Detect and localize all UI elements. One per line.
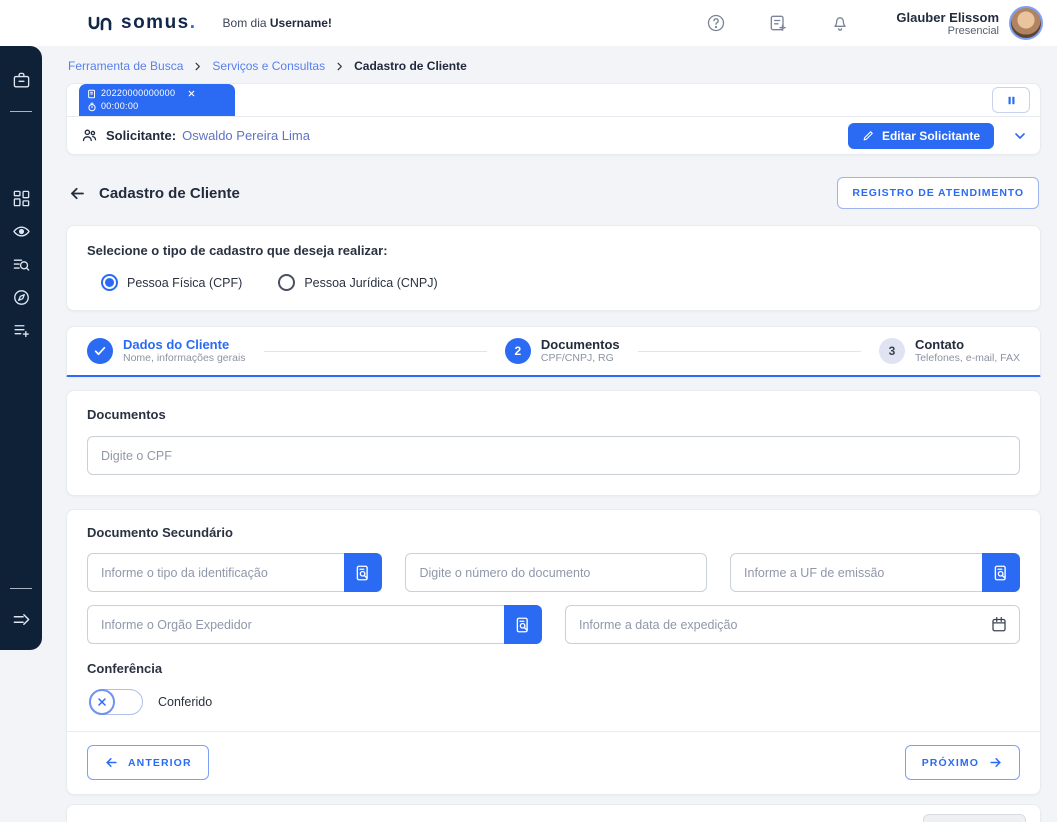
solicitante-row: Solicitante: Oswaldo Pereira Lima Editar…	[67, 117, 1040, 154]
close-tab-icon[interactable]	[187, 89, 196, 98]
data-expedicao-input[interactable]	[565, 605, 1020, 644]
uf-emissao-lookup-button[interactable]	[982, 553, 1020, 592]
step-documentos[interactable]: 2 Documentos CPF/CNPJ, RG	[505, 337, 620, 365]
pause-button[interactable]	[992, 87, 1030, 113]
radio-pessoa-juridica[interactable]: Pessoa Jurídica (CNPJ)	[278, 274, 437, 291]
cpf-input[interactable]	[87, 436, 1020, 475]
page-heading-row: Cadastro de Cliente REGISTRO DE ATENDIME…	[66, 177, 1041, 209]
numero-documento-input[interactable]	[405, 553, 707, 592]
step-connector	[638, 351, 861, 352]
uf-emissao-input[interactable]	[730, 553, 982, 592]
greeting: Bom dia Username!	[223, 16, 332, 30]
step-contato[interactable]: 3 Contato Telefones, e-mail, FAX	[879, 337, 1020, 365]
breadcrumb: Ferramenta de Busca Serviços e Consultas…	[66, 46, 1041, 73]
somus-logo[interactable]: somus.	[88, 12, 197, 34]
conferencia-title: Conferência	[87, 661, 1020, 676]
session-card: 20220000000000 00:00:00	[66, 83, 1041, 155]
radio-selected-icon	[101, 274, 118, 291]
stopwatch-icon	[87, 102, 97, 112]
main-content: Ferramenta de Busca Serviços e Consultas…	[66, 46, 1041, 822]
app-root: somus. Bom dia Username! Gl	[0, 0, 1057, 822]
orgao-expedidor-lookup-button[interactable]	[504, 605, 542, 644]
top-header: somus. Bom dia Username! Gl	[0, 0, 1057, 46]
sidebar-expand-icon[interactable]	[12, 610, 31, 629]
protocol-tab-row: 20220000000000 00:00:00	[67, 84, 1040, 117]
conferido-label: Conferido	[158, 695, 212, 709]
step-complete-check-icon	[87, 338, 113, 364]
calendar-icon[interactable]	[990, 615, 1008, 633]
chevron-right-icon	[192, 61, 203, 72]
chevron-right-icon	[334, 61, 345, 72]
eye-icon[interactable]	[12, 222, 31, 241]
arrow-right-icon	[988, 755, 1003, 770]
sidebar-nav	[0, 46, 42, 650]
toggle-x-icon	[89, 689, 115, 715]
sidebar-divider-top	[10, 111, 32, 112]
people-icon	[81, 127, 98, 144]
list-plus-icon[interactable]	[12, 321, 31, 340]
proximo-button[interactable]: PRÓXIMO	[905, 745, 1020, 780]
sidebar-divider-bottom	[10, 588, 32, 589]
edit-solicitante-button[interactable]: Editar Solicitante	[848, 123, 994, 149]
document-search-icon	[514, 616, 532, 634]
orgao-expedidor-input[interactable]	[87, 605, 504, 644]
solicitante-label: Solicitante:	[106, 128, 176, 143]
search-list-icon[interactable]	[12, 255, 31, 274]
breadcrumb-current: Cadastro de Cliente	[354, 59, 467, 73]
tipo-identificacao-lookup-button[interactable]	[344, 553, 382, 592]
pencil-icon	[862, 129, 875, 142]
step-connector	[264, 351, 487, 352]
protocol-tab[interactable]: 20220000000000 00:00:00	[79, 84, 235, 116]
stepper: Dados do Cliente Nome, informações gerai…	[66, 326, 1041, 377]
document-icon	[87, 89, 97, 99]
historico-salvar-card: HISTÓRICO SALVAR	[66, 804, 1041, 822]
radio-unselected-icon	[278, 274, 295, 291]
user-name: Glauber Elissom	[896, 10, 999, 25]
breadcrumb-ferramenta[interactable]: Ferramenta de Busca	[68, 59, 183, 73]
type-select-title: Selecione o tipo de cadastro que deseja …	[87, 243, 1020, 258]
notifications-bell-icon[interactable]	[830, 13, 850, 33]
briefcase-icon[interactable]	[12, 71, 31, 90]
back-arrow-icon[interactable]	[68, 184, 87, 203]
registro-atendimento-button[interactable]: REGISTRO DE ATENDIMENTO	[837, 177, 1039, 209]
documentos-card: Documentos	[66, 390, 1041, 496]
documentos-title: Documentos	[87, 407, 1020, 422]
arrow-left-icon	[104, 755, 119, 770]
user-menu[interactable]: Glauber Elissom Presencial	[896, 6, 1043, 40]
chevron-down-icon[interactable]	[1012, 128, 1028, 144]
anterior-button[interactable]: ANTERIOR	[87, 745, 209, 780]
document-search-icon	[992, 564, 1010, 582]
tipo-identificacao-input[interactable]	[87, 553, 344, 592]
solicitante-name: Oswaldo Pereira Lima	[182, 128, 310, 143]
documento-secundario-title: Documento Secundário	[87, 525, 1020, 540]
conferido-toggle[interactable]	[89, 689, 143, 715]
radio-pessoa-fisica[interactable]: Pessoa Física (CPF)	[101, 274, 242, 291]
step-dados-do-cliente[interactable]: Dados do Cliente Nome, informações gerai…	[87, 337, 246, 365]
user-avatar[interactable]	[1009, 6, 1043, 40]
documento-secundario-card: Documento Secundário	[66, 509, 1041, 795]
logo-text: somus.	[121, 12, 197, 34]
somus-logo-icon	[88, 16, 114, 31]
type-select-card: Selecione o tipo de cadastro que deseja …	[66, 225, 1041, 311]
note-add-icon[interactable]	[768, 13, 788, 33]
salvar-button[interactable]: SALVAR	[923, 814, 1026, 822]
help-icon[interactable]	[706, 13, 726, 33]
dashboard-grid-icon[interactable]	[12, 189, 31, 208]
protocol-number: 20220000000000	[101, 87, 175, 100]
breadcrumb-servicos[interactable]: Serviços e Consultas	[212, 59, 325, 73]
user-status: Presencial	[896, 25, 999, 37]
page-title: Cadastro de Cliente	[99, 185, 240, 202]
document-search-icon	[354, 564, 372, 582]
compass-icon[interactable]	[12, 288, 31, 307]
session-timer: 00:00:00	[101, 100, 138, 113]
